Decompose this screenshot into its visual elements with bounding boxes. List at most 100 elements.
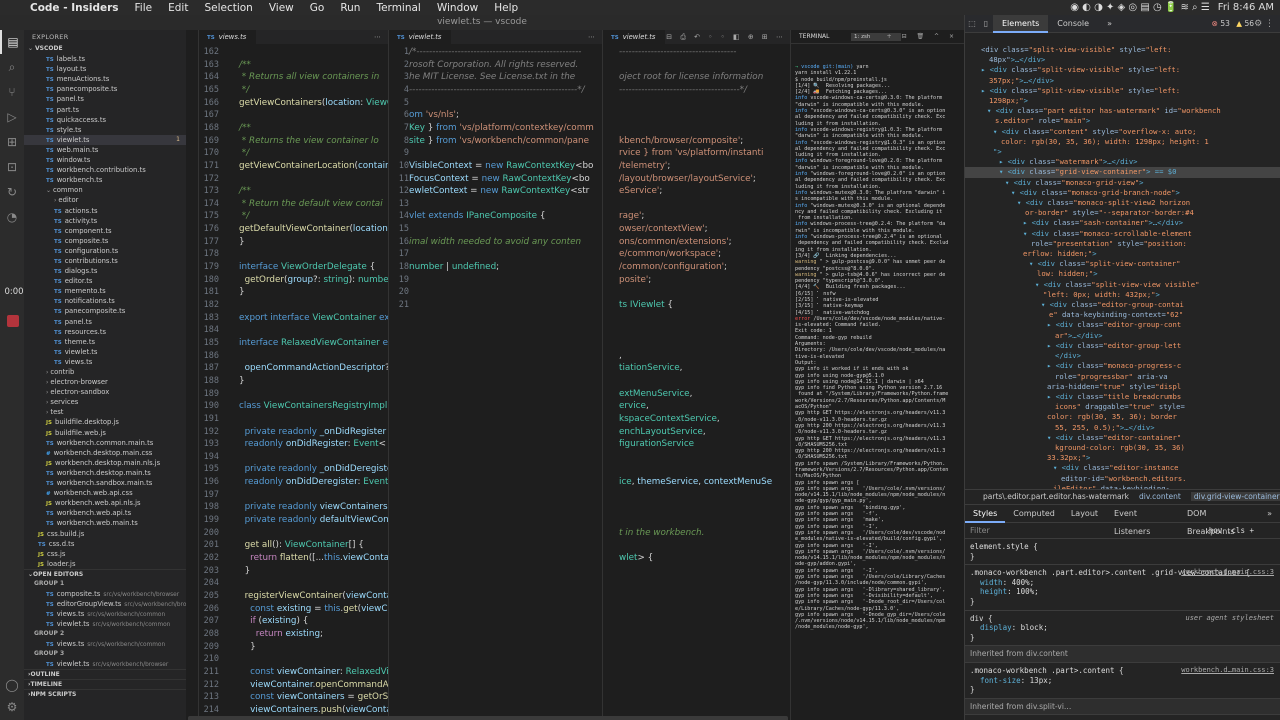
settings-gear-icon[interactable]: ⚙ ⋮ (1254, 15, 1274, 33)
dom-node[interactable]: ▾ <div class="split-view-view visible" (965, 280, 1280, 290)
dom-node[interactable]: color: rgb(30, 35, 36); border (965, 412, 1280, 422)
file-tree-item[interactable]: TS viewlet.ts 1 (24, 134, 186, 145)
css-property[interactable]: font-size: 13px; (970, 676, 1275, 686)
tab-viewlet-ts[interactable]: TS viewlet.ts (603, 30, 666, 44)
file-tree-item[interactable]: TS notifications.ts (24, 296, 186, 306)
css-rule[interactable]: .monaco-workbench .part>.content {workbe… (965, 663, 1280, 699)
file-tree-item[interactable]: TS panel.ts (24, 94, 186, 104)
dom-node[interactable]: ▸ <div class="monaco-progress-c (965, 361, 1280, 371)
account-icon[interactable]: ◯ (0, 673, 24, 697)
dom-node[interactable]: "> (965, 147, 1280, 157)
hov-cls-buttons[interactable]: :hov .cls + (1204, 523, 1254, 539)
menu-edit[interactable]: Edit (160, 2, 196, 14)
device-toolbar-icon[interactable]: ▯ (979, 19, 993, 28)
file-tree-item[interactable]: JS buildfile.web.js (24, 428, 186, 438)
open-editor-item[interactable]: TS viewlet.ts src/vs/workbench/common (24, 619, 186, 629)
dom-node[interactable]: ▾ <div class="monaco-grid-view"> (965, 178, 1280, 188)
styles-filter[interactable]: Filter :hov .cls + (965, 523, 1280, 539)
file-tree-item[interactable]: TS memento.ts (24, 286, 186, 296)
terminal-panel[interactable]: TERMINAL 1: zsh + ⊟ 🗑 ^ × → vscode git:(… (790, 30, 964, 720)
open-editor-item[interactable]: TS views.ts src/vs/workbench/common (24, 609, 186, 619)
dom-node[interactable]: erflow: hidden;"> (965, 249, 1280, 259)
status-icons[interactable]: ◉ ◐ ◑ ✦ ◈ ◎ ▤ ◷ 🔋 ≋ ⌕ ☰ (1070, 2, 1210, 13)
tab-viewlet-ts[interactable]: TS viewlet.ts (389, 30, 452, 44)
outline-section[interactable]: ›OUTLINE (24, 668, 186, 679)
file-tree-item[interactable]: TS configuration.ts (24, 246, 186, 256)
file-tree-item[interactable]: › services (24, 397, 186, 407)
breadcrumb-item[interactable]: div.content (1139, 492, 1181, 501)
tab-console[interactable]: Console (1048, 15, 1098, 33)
file-tree-item[interactable]: TS workbench.common.main.ts (24, 438, 186, 448)
file-tree-item[interactable]: TS panel.ts (24, 317, 186, 327)
dom-node[interactable]: ▾ <div class="monaco-split-view2 horizon (965, 198, 1280, 208)
file-tree-item[interactable]: › test (24, 407, 186, 417)
file-tree-item[interactable]: JS css.js (24, 549, 186, 559)
file-tree-item[interactable]: › contrib (24, 367, 186, 377)
record-stop-button[interactable] (7, 315, 19, 327)
css-source-link[interactable]: workbench.d…main.css:3 (1181, 666, 1274, 676)
styles-tab[interactable]: Styles (965, 505, 1006, 523)
file-tree-item[interactable]: TS part.ts (24, 105, 186, 115)
file-tree-item[interactable]: JS workbench.desktop.main.nls.js (24, 458, 186, 468)
dom-node[interactable]: ▸ <div class="split-view-visible" style=… (965, 86, 1280, 96)
tab-views-ts[interactable]: TS views.ts (199, 30, 257, 44)
terminal-output[interactable]: → vscode git:(main) yarn yarn install v1.… (791, 44, 964, 631)
open-editors-group[interactable]: GROUP 3 (24, 649, 186, 659)
file-tree-item[interactable]: JS loader.js (24, 559, 186, 569)
styles-tab[interactable]: Layout (1063, 505, 1106, 523)
menu-go[interactable]: Go (302, 2, 333, 14)
open-editor-item[interactable]: TS viewlet.ts src/vs/workbench/browser (24, 659, 186, 669)
css-source-link[interactable]: workbench.d…main.css:3 (1181, 568, 1274, 578)
open-editors-section[interactable]: ⌄OPEN EDITORS (24, 568, 186, 579)
more-tabs-button[interactable]: » (1098, 15, 1121, 33)
file-tree-item[interactable]: TS labels.ts (24, 54, 186, 64)
file-tree-item[interactable]: # workbench.web.api.css (24, 488, 186, 498)
github-icon[interactable]: ◔ (0, 205, 24, 229)
file-tree-item[interactable]: TS panecomposite.ts (24, 306, 186, 316)
explorer-icon[interactable]: ▤ (0, 30, 24, 54)
file-tree-item[interactable]: › editor (24, 195, 186, 205)
file-tree-item[interactable]: TS views.ts (24, 357, 186, 367)
menu-terminal[interactable]: Terminal (368, 2, 428, 14)
open-editors-group[interactable]: GROUP 1 (24, 579, 186, 589)
file-tree-item[interactable]: TS layout.ts (24, 64, 186, 74)
file-tree-item[interactable]: TS workbench.web.api.ts (24, 508, 186, 518)
explorer-root[interactable]: ⌄ VSCODE (24, 44, 186, 54)
horizontal-scrollbar[interactable] (188, 716, 788, 720)
extensions-icon[interactable]: ⊞ (0, 130, 24, 154)
file-tree-item[interactable]: # workbench.desktop.main.css (24, 448, 186, 458)
file-tree-item[interactable]: TS theme.ts (24, 337, 186, 347)
dom-node[interactable]: ▾ <div class="part editor has-watermark"… (965, 106, 1280, 116)
styles-tab[interactable]: DOM Breakpoints (1179, 505, 1259, 536)
file-tree-item[interactable]: TS workbench.ts (24, 175, 186, 185)
file-tree-item[interactable]: TS resources.ts (24, 327, 186, 337)
dom-tree[interactable]: <div class="split-view-visible" style="l… (965, 33, 1280, 489)
file-tree-item[interactable]: TS workbench.web.main.ts (24, 518, 186, 528)
styles-tab[interactable]: Event Listeners (1106, 505, 1179, 536)
dom-node[interactable]: ▾ <div class="monaco-grid-branch-node"> (965, 188, 1280, 198)
dom-node[interactable]: ▾ <div class="grid-view-container"> == $… (965, 167, 1280, 178)
run-debug-icon[interactable]: ▷ (0, 105, 24, 129)
issue-counts[interactable]: ⊗ 53 ▲ 56 (1212, 15, 1254, 33)
npm-scripts-section[interactable]: ›NPM SCRIPTS (24, 688, 186, 699)
timeline-section[interactable]: ›TIMELINE (24, 678, 186, 689)
file-tree-item[interactable]: ⌄ common (24, 185, 186, 195)
file-tree-item[interactable]: TS style.ts (24, 125, 186, 135)
file-tree-item[interactable]: TS workbench.contribution.ts (24, 165, 186, 175)
file-tree-item[interactable]: TS workbench.sandbox.main.ts (24, 478, 186, 488)
tab-elements[interactable]: Elements (993, 14, 1049, 33)
file-tree-item[interactable]: TS panecomposite.ts (24, 84, 186, 94)
file-tree-item[interactable]: TS actions.ts (24, 206, 186, 216)
menu-selection[interactable]: Selection (196, 2, 260, 14)
more-actions-icon[interactable]: ⋯ (588, 30, 598, 44)
menu-view[interactable]: View (261, 2, 302, 14)
editor-group-2[interactable]: TS viewlet.ts ⋯ 1/*----------------------… (388, 30, 602, 720)
breadcrumb-item[interactable]: div.grid-view-container (1190, 492, 1280, 501)
file-tree-item[interactable]: TS contributions.ts (24, 256, 186, 266)
dom-node[interactable]: ▸ <div class="split-view-visible" style=… (965, 65, 1280, 75)
menu-run[interactable]: Run (332, 2, 368, 14)
dom-node[interactable]: ▾ <div class="split-view-container" (965, 259, 1280, 269)
file-tree-item[interactable]: TS window.ts (24, 155, 186, 165)
file-tree-item[interactable]: TS workbench.desktop.main.ts (24, 468, 186, 478)
dom-node[interactable]: ▸ <div class="sash-container">…</div> (965, 218, 1280, 228)
